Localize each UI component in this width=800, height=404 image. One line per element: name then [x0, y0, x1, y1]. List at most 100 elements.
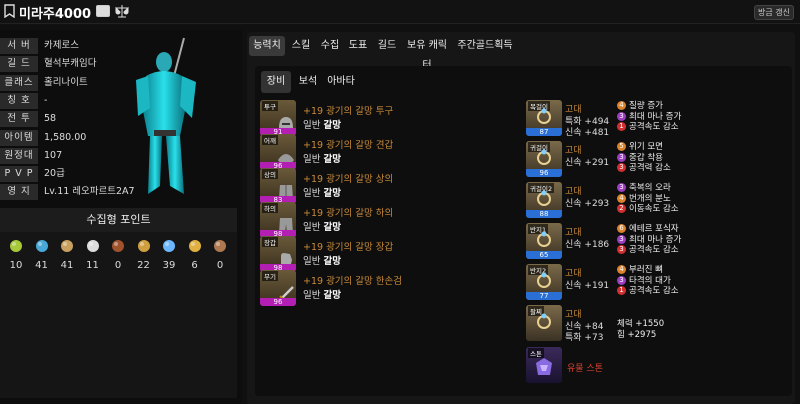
engraving: 3 중갑 착용: [617, 152, 663, 163]
slot-label: 하의: [262, 203, 278, 213]
top-bar: 미라주4000 방금 갱신: [0, 0, 800, 24]
engraving-name: 질량 증가: [629, 101, 663, 111]
id-card-icon[interactable]: [96, 5, 110, 17]
equipment-slot[interactable]: 투구 91: [260, 100, 296, 136]
engraving-level: 2: [617, 204, 626, 213]
quality-bar: 87: [526, 128, 562, 136]
engraving: 4 질량 증가: [617, 101, 663, 111]
equipment-grade: 일반: [303, 256, 321, 267]
engraving-name: 최대 마나 증가: [629, 234, 682, 245]
profile-value: 홀리나이트: [44, 76, 88, 88]
accessory-slot[interactable]: 목걸이 87: [526, 100, 562, 136]
engraving-level: 3: [617, 234, 626, 244]
slot-label: 장갑: [262, 237, 278, 247]
great-art-icon: [59, 238, 75, 254]
refresh-button[interactable]: 방금 갱신: [754, 5, 794, 20]
accessory-slot[interactable]: 반지1 65: [526, 223, 562, 259]
bookmark-icon[interactable]: [4, 4, 15, 18]
profile-value: 58: [44, 113, 57, 125]
balance-scale-icon[interactable]: [115, 4, 129, 18]
tab-1[interactable]: 스킬: [287, 36, 315, 56]
equipment-grade-set: 일반 갈망: [303, 185, 341, 199]
slot-label: 무기: [262, 271, 278, 281]
ignea-token-icon: [110, 238, 126, 254]
collection-title: 수집형 포인트: [0, 208, 237, 232]
collection-value: 0: [216, 260, 224, 271]
engraving-level: 4: [617, 265, 626, 274]
tab-2[interactable]: 수집: [317, 36, 343, 56]
equipment-slot[interactable]: 상의 83: [260, 168, 296, 204]
equipment-grade: 일반: [303, 290, 321, 301]
subtab-1[interactable]: 보석: [295, 71, 321, 93]
tab-0[interactable]: 능력치: [249, 36, 285, 56]
profile-label: 서 버: [0, 38, 38, 54]
accessory-slot[interactable]: 귀걸이 96: [526, 141, 562, 177]
subtab-0[interactable]: 장비: [261, 71, 291, 93]
quality-bar: 65: [526, 251, 562, 259]
profile-label: 영 지: [0, 184, 38, 201]
collection-value: 11: [86, 260, 99, 271]
subtab-2[interactable]: 아바타: [323, 71, 359, 93]
equipment-grade-set: 일반 갈망: [303, 151, 341, 165]
engraving: 3 최대 마나 증가: [617, 111, 681, 122]
tab-6[interactable]: 주간골드획득: [454, 36, 516, 56]
equipment-slot[interactable]: 하의 98: [260, 202, 296, 238]
profile-label: 원정대: [0, 147, 38, 164]
accessory-icon: [534, 189, 554, 212]
character-portrait: [136, 37, 196, 194]
engraving-name: 중갑 착용: [629, 152, 663, 163]
equipment-slot[interactable]: 장갑 98: [260, 236, 296, 272]
accessory-stat: 신속 +186: [565, 240, 610, 250]
equipment-set: 갈망: [323, 188, 341, 199]
engraving: 3 타격의 대가: [617, 275, 671, 286]
equipment-set: 갈망: [323, 290, 341, 301]
engraving-level: 5: [617, 142, 626, 151]
engraving-level: 3: [617, 245, 626, 254]
collection-points-panel: 수집형 포인트 10 41 41 11 0 22 39 6 0: [0, 208, 237, 398]
accessory-icon: [534, 271, 554, 294]
tab-5[interactable]: 보유 캐릭터: [403, 36, 451, 71]
engraving-level: 3: [617, 183, 626, 192]
equipment-set: 갈망: [323, 256, 341, 267]
equipment-grade-set: 일반 갈망: [303, 219, 341, 233]
accessory-icon: [534, 312, 554, 335]
profile-value: -: [44, 94, 48, 106]
accessory-stat: 신속 +293: [565, 199, 610, 209]
tab-3[interactable]: 도표: [345, 36, 371, 56]
engraving: 5 위기 모면: [617, 142, 663, 152]
profile-value: 1,580.00: [44, 131, 87, 143]
accessory-icon: [534, 107, 554, 130]
equipment-name: +19 광기의 갈망 상의: [303, 174, 394, 185]
quality-bar: 96: [526, 169, 562, 177]
equipment-grade-set: 일반 갈망: [303, 117, 341, 131]
engraving-name: 위기 모면: [629, 142, 663, 152]
equipment-name: +19 광기의 갈망 견갑: [303, 140, 394, 151]
profile-label: 칭 호: [0, 92, 38, 109]
equipment-name: +19 광기의 갈망 하의: [303, 208, 394, 219]
equipment-set: 갈망: [323, 222, 341, 233]
adventure-book-icon: [136, 238, 152, 254]
engraving: 3 축복의 오라: [617, 183, 671, 193]
equipment-slot[interactable]: 무기 96: [260, 270, 296, 306]
accessory-slot[interactable]: 귀걸이2 88: [526, 182, 562, 218]
profile-label: 전 투: [0, 111, 38, 128]
engraving-name: 공격속도 감소: [629, 245, 679, 255]
character-name: 미라주4000: [19, 7, 92, 22]
engraving-name: 번개의 분노: [629, 193, 671, 204]
equipment-grade: 일반: [303, 188, 321, 199]
accessory-icon: [534, 148, 554, 171]
profile-value: 혈석부캐임다: [44, 58, 97, 70]
tab-4[interactable]: 길드: [373, 36, 401, 56]
engraving-name: 부러진 뼈: [629, 265, 663, 275]
engraving-name: 공격속도 감소: [629, 286, 679, 296]
accessory-stat: 특화 +73: [565, 333, 604, 343]
profile-panel: 서 버 카제로스 길 드 혈석부캐임다 클래스 홀리나이트 칭 호-전 투 58 아이템 1,58…: [0, 30, 242, 404]
ability-stone-slot[interactable]: 스톤: [526, 347, 562, 383]
stone-name: 유물 스톤: [567, 364, 603, 374]
accessory-slot[interactable]: 반지2 77: [526, 264, 562, 300]
accessory-slot[interactable]: 팔찌: [526, 305, 562, 341]
collection-value: 6: [191, 260, 198, 271]
slot-label: 상의: [262, 169, 278, 179]
equipment-slot[interactable]: 어깨 96: [260, 134, 296, 170]
collection-value: 10: [9, 260, 23, 271]
